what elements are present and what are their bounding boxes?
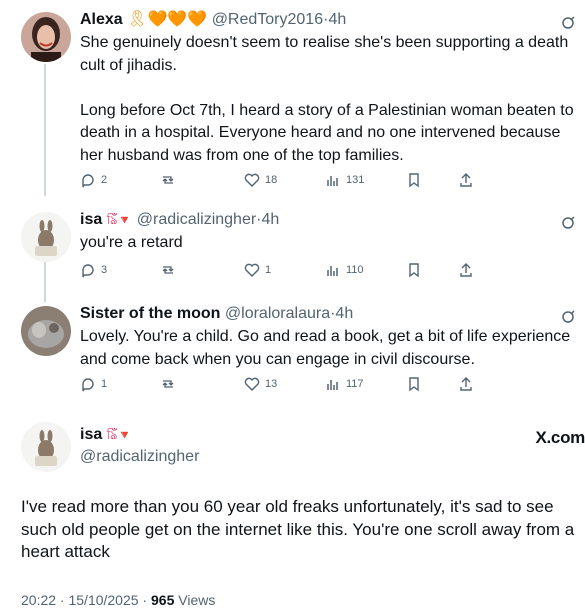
like-button[interactable]: 13 (244, 374, 277, 394)
bookmark-button[interactable] (406, 260, 422, 280)
tweet-text: She genuinely doesn't seem to realise sh… (80, 34, 574, 164)
bookmark-icon (409, 377, 419, 392)
views-count: 131 (346, 174, 365, 186)
tweet-meta: 20:22 · 15/10/2025 · 965 Views (21, 592, 215, 608)
author-handle[interactable]: @RedTory2016 (212, 11, 323, 28)
tweet-actions: 1 13 117 (80, 374, 480, 394)
bookmark-button[interactable] (406, 374, 422, 394)
share-button[interactable] (458, 374, 474, 394)
reply-icon (82, 174, 94, 188)
views-count: 117 (346, 378, 364, 390)
author-handle[interactable]: @radicalizingher (80, 447, 585, 467)
views-icon (327, 266, 338, 276)
tweet-time[interactable]: 4h (328, 11, 346, 28)
avatar[interactable] (21, 212, 71, 262)
author-name[interactable]: Sister of the moon (80, 305, 220, 322)
avatar[interactable] (21, 422, 71, 472)
share-icon (460, 377, 472, 391)
main-tweet-text: I've read more than you 60 year old frea… (21, 497, 575, 561)
bookmark-icon (409, 263, 419, 278)
reply-count: 1 (101, 378, 108, 390)
share-button[interactable] (458, 260, 474, 280)
like-button[interactable]: 18 (244, 170, 277, 190)
views-icon (327, 176, 338, 186)
avatar[interactable] (21, 306, 71, 356)
reply-button[interactable]: 3 (80, 260, 107, 280)
grok-icon[interactable] (559, 308, 577, 326)
views-label: Views (174, 592, 216, 608)
like-count: 13 (265, 378, 278, 390)
retweet-icon (162, 266, 174, 274)
grok-icon[interactable] (559, 214, 577, 232)
avatar[interactable] (21, 12, 71, 62)
tweet-time[interactable]: 4h (335, 305, 353, 322)
bookmark-icon (409, 173, 419, 188)
tweet-timestamp[interactable]: 20:22 · 15/10/2025 · (21, 592, 151, 608)
tweet-time[interactable]: 4h (262, 211, 280, 228)
author-emoji: 🎗🧡🧡🧡 (127, 11, 208, 28)
tweet-text: you're a retard (80, 234, 183, 251)
like-icon (244, 263, 260, 277)
share-icon (460, 173, 472, 187)
main-tweet: isa ঌিঁঁ🔻 @radicalizingher (0, 420, 585, 480)
author-handle[interactable]: @loraloralaura (225, 305, 330, 322)
like-button[interactable]: 1 (244, 260, 271, 280)
like-icon (244, 173, 260, 187)
reply-button[interactable]: 1 (80, 374, 107, 394)
author-name[interactable]: isa (80, 211, 102, 228)
retweet-icon (162, 380, 174, 388)
views-icon (327, 380, 338, 390)
reply-count: 2 (101, 174, 108, 186)
views-count: 110 (346, 264, 364, 276)
reply-icon (82, 264, 94, 278)
views-button[interactable]: 131 (325, 170, 364, 190)
x-brand-label: X.com (535, 428, 585, 447)
tweet-actions: 3 1 110 (80, 260, 480, 280)
tweet-actions: 2 18 131 (80, 170, 480, 190)
author-emoji: ঌিঁঁ🔻 (106, 213, 133, 227)
bookmark-button[interactable] (406, 170, 422, 190)
retweet-button[interactable] (160, 170, 176, 190)
reply-icon (82, 378, 94, 392)
author-name[interactable]: Alexa (80, 11, 123, 28)
views-button[interactable]: 110 (325, 260, 364, 280)
like-count: 1 (265, 264, 272, 276)
retweet-icon (162, 176, 174, 184)
views-count: 965 (151, 592, 175, 608)
author-emoji: ঌিঁঁ🔻 (106, 428, 133, 442)
share-icon (460, 263, 472, 277)
views-button[interactable]: 117 (325, 374, 364, 394)
like-count: 18 (265, 174, 278, 186)
author-handle[interactable]: @radicalizingher (137, 211, 256, 228)
tweet-text: Lovely. You're a child. Go and read a bo… (80, 328, 575, 368)
share-button[interactable] (458, 170, 474, 190)
retweet-button[interactable] (160, 374, 176, 394)
author-name[interactable]: isa (80, 426, 102, 443)
tweet-alexa[interactable]: Alexa 🎗🧡🧡🧡 @RedTory2016·4h She genuinely… (0, 10, 585, 190)
reply-count: 3 (101, 264, 108, 276)
reply-button[interactable]: 2 (80, 170, 107, 190)
like-icon (244, 377, 260, 391)
retweet-button[interactable] (160, 260, 176, 280)
grok-icon[interactable] (559, 14, 577, 32)
